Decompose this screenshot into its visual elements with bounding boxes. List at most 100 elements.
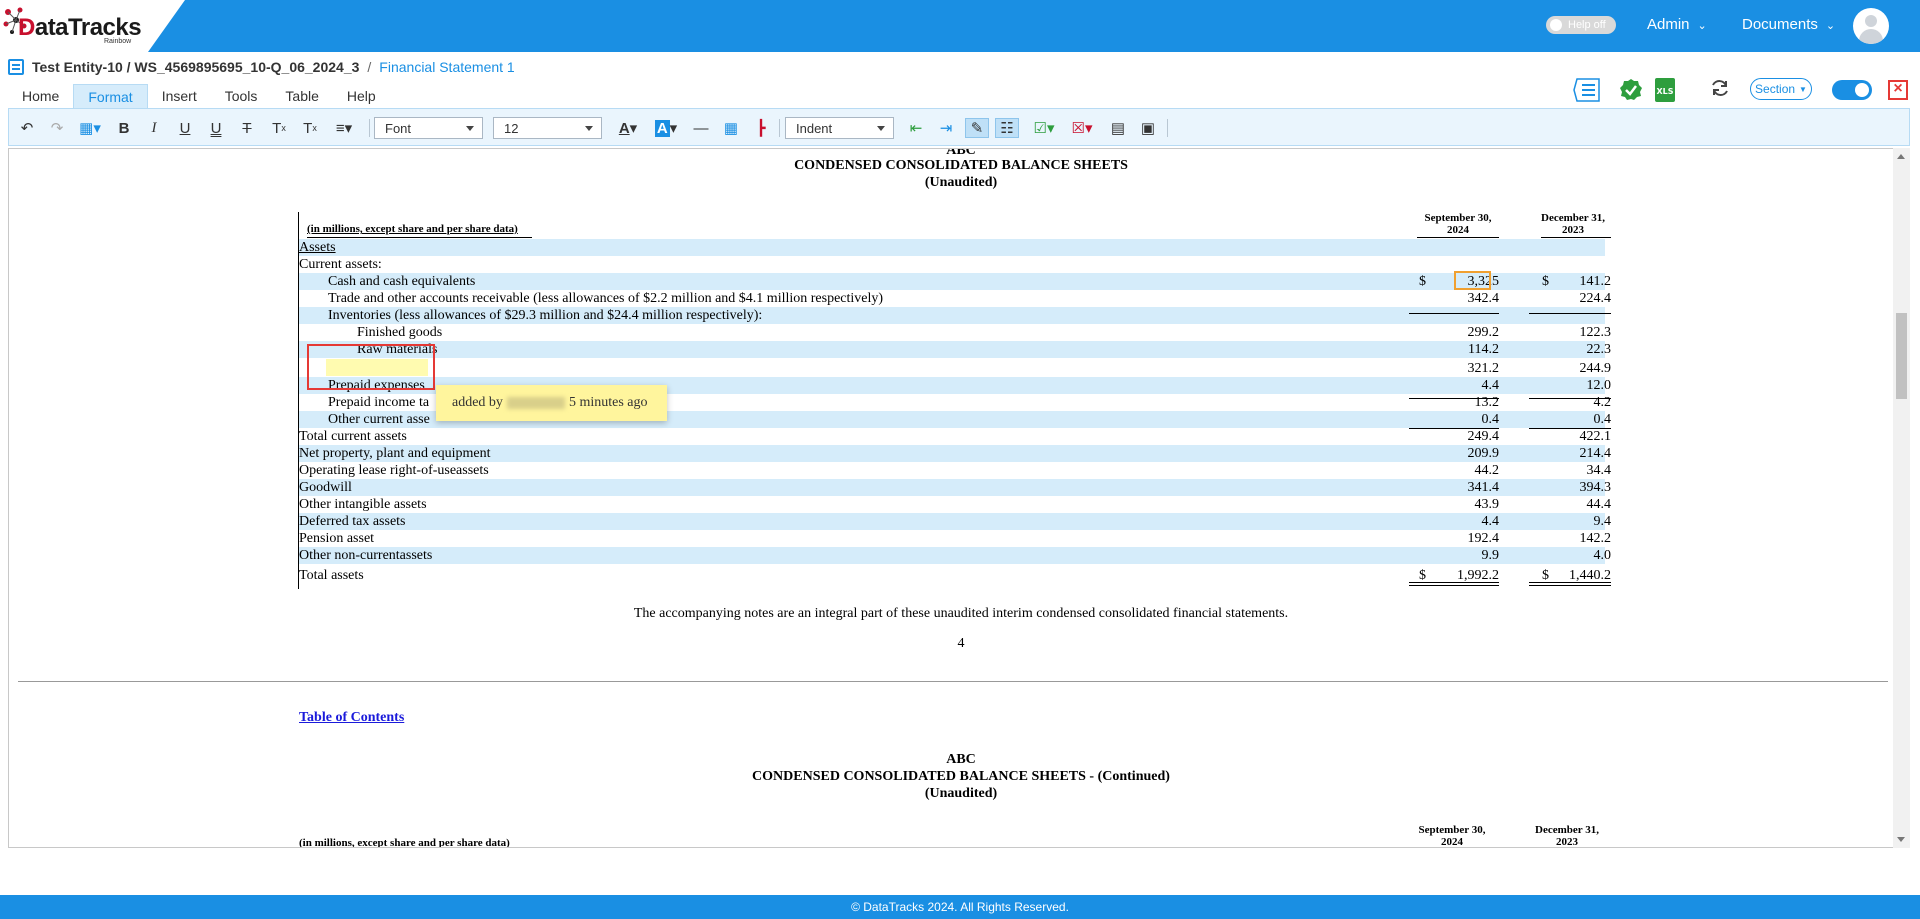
font-select[interactable]: Font: [374, 117, 483, 139]
row-label[interactable]: Total assets: [299, 568, 364, 584]
admin-menu[interactable]: Admin ⌄: [1647, 16, 1707, 33]
user-avatar[interactable]: [1853, 8, 1889, 44]
table-row[interactable]: Total Inventories321.2244.9: [299, 360, 1611, 377]
indent-select[interactable]: Indent: [785, 117, 894, 139]
table-row[interactable]: Raw materials 114.2 22.3: [299, 341, 1611, 358]
row-label[interactable]: Total current assets: [299, 429, 407, 445]
row-label[interactable]: Other intangible assets: [299, 497, 427, 513]
table-borders-icon[interactable]: ▦: [721, 118, 741, 138]
cell-sep-2024[interactable]: 299.2: [1429, 325, 1500, 341]
column-split-icon[interactable]: ┣: [751, 118, 771, 138]
cell-dec-2023[interactable]: 394.3: [1539, 480, 1612, 496]
row-label[interactable]: Operating lease right-of-useassets: [299, 463, 489, 479]
tab-tools[interactable]: Tools: [211, 84, 272, 108]
table-of-contents-link[interactable]: Table of Contents: [299, 710, 404, 726]
font-color-icon[interactable]: A ▾: [615, 118, 641, 138]
cell-sep-2024[interactable]: 249.4: [1429, 429, 1500, 445]
row-label[interactable]: Finished goods: [357, 325, 442, 341]
cell-dec-2023[interactable]: 422.1: [1539, 429, 1612, 445]
breadcrumb-entity[interactable]: Test Entity-10 / WS_4569895695_10-Q_06_2…: [32, 59, 359, 75]
table-row[interactable]: Goodwill 341.4 394.3: [299, 479, 1611, 496]
indent-right-icon[interactable]: ⇥: [935, 118, 957, 138]
cell-sep-2024[interactable]: 44.2: [1429, 463, 1500, 479]
cell-dec-2023[interactable]: 0.4: [1539, 412, 1612, 428]
excel-export-icon[interactable]: XLS: [1654, 77, 1676, 103]
table-row[interactable]: Other non-currentassets 9.9 4.0: [299, 547, 1611, 564]
cell-dec-2023[interactable]: 44.4: [1539, 497, 1612, 513]
row-label[interactable]: Pension asset: [299, 531, 374, 547]
row-label[interactable]: Assets: [299, 240, 336, 256]
tab-home[interactable]: Home: [8, 84, 73, 108]
row-label[interactable]: Prepaid income ta: [328, 395, 429, 411]
show-comments-icon[interactable]: ☷: [995, 118, 1019, 138]
table-row[interactable]: Current assets:: [299, 256, 1605, 273]
cell-dec-2023[interactable]: 22.3: [1539, 342, 1612, 358]
double-underline-icon[interactable]: U: [207, 118, 225, 138]
reject-change-icon[interactable]: ☒▾: [1069, 118, 1095, 138]
cell-dec-2023[interactable]: 214.4: [1539, 446, 1612, 462]
font-size-select[interactable]: 12: [493, 117, 602, 139]
row-label[interactable]: Other non-currentassets: [299, 548, 432, 564]
track-changes-icon[interactable]: ✎: [965, 118, 989, 138]
cell-dec-2023[interactable]: 12.0: [1539, 378, 1612, 394]
document-scrollbar[interactable]: [1893, 148, 1910, 848]
validate-check-icon[interactable]: [1619, 78, 1643, 102]
table-row[interactable]: Total current assets 249.4 422.1: [299, 428, 1611, 445]
table-row[interactable]: Finished goods 299.2 122.3: [299, 324, 1611, 341]
superscript-icon[interactable]: Tx: [300, 118, 320, 138]
table-row[interactable]: Pension asset 192.4 142.2: [299, 530, 1611, 547]
cell-sep-2024[interactable]: 321.2: [1429, 361, 1500, 377]
cell-sep-2024[interactable]: 192.4: [1429, 531, 1500, 547]
close-icon[interactable]: ×: [1888, 80, 1908, 100]
row-label[interactable]: Inventories (less allowances of $29.3 mi…: [328, 308, 762, 324]
next-change-icon[interactable]: ▣: [1137, 118, 1159, 138]
cell-dec-2023[interactable]: 142.2: [1539, 531, 1612, 547]
breadcrumb-current[interactable]: Financial Statement 1: [379, 59, 514, 75]
italic-icon[interactable]: I: [145, 118, 163, 138]
cell-sep-2024[interactable]: 342.4: [1429, 291, 1500, 307]
tab-format[interactable]: Format: [73, 84, 148, 108]
scroll-up-icon[interactable]: [1897, 154, 1905, 159]
table-row[interactable]: Trade and other accounts receivable (les…: [299, 290, 1611, 307]
cell-dec-2023[interactable]: 9.4: [1539, 514, 1612, 530]
view-toggle[interactable]: [1832, 80, 1872, 100]
documents-menu[interactable]: Documents ⌄: [1742, 16, 1835, 33]
row-label[interactable]: Trade and other accounts receivable (les…: [328, 291, 883, 307]
align-icon[interactable]: ≡▾: [331, 118, 357, 138]
row-label[interactable]: Other current asse: [328, 412, 430, 428]
cell-dec-2023[interactable]: 224.4: [1539, 291, 1612, 307]
subscript-icon[interactable]: Tx: [269, 118, 289, 138]
indent-left-icon[interactable]: ⇤: [905, 118, 927, 138]
outline-panel-icon[interactable]: [1573, 77, 1601, 103]
cell-sep-2024[interactable]: 4.4: [1429, 378, 1500, 394]
horizontal-rule-icon[interactable]: —: [691, 118, 711, 138]
table-row[interactable]: Operating lease right-of-useassets 44.2 34…: [299, 462, 1611, 479]
cell-dec-2023[interactable]: 122.3: [1539, 325, 1612, 341]
cell-sep-2024[interactable]: 0.4: [1429, 412, 1500, 428]
row-label[interactable]: Current assets:: [299, 257, 382, 273]
table-row[interactable]: Other intangible assets 43.9 44.4: [299, 496, 1611, 513]
cell-dec-2023[interactable]: 244.9: [1539, 361, 1612, 377]
bold-icon[interactable]: B: [115, 118, 133, 138]
row-label[interactable]: Deferred tax assets: [299, 514, 406, 530]
cell-dec-2023[interactable]: 4.0: [1539, 548, 1612, 564]
table-row[interactable]: Inventories (less allowances of $29.3 mi…: [299, 307, 1605, 324]
help-toggle[interactable]: Help off: [1546, 16, 1616, 34]
focused-cell[interactable]: [1454, 271, 1491, 290]
strikethrough-icon[interactable]: T: [238, 118, 256, 138]
cell-sep-2024[interactable]: 114.2: [1429, 342, 1499, 358]
tab-table[interactable]: Table: [271, 84, 332, 108]
cell-sep-2024[interactable]: 209.9: [1429, 446, 1500, 462]
accept-change-icon[interactable]: ☑▾: [1031, 118, 1057, 138]
document-editor[interactable]: ABC CONDENSED CONSOLIDATED BALANCE SHEET…: [8, 148, 1910, 848]
cell-sep-2024[interactable]: 9.9: [1429, 548, 1500, 564]
underline-icon[interactable]: U: [176, 118, 194, 138]
cell-sep-2024[interactable]: 43.9: [1429, 497, 1500, 513]
tab-help[interactable]: Help: [333, 84, 390, 108]
table-row[interactable]: Assets: [299, 239, 1605, 256]
highlight-color-icon[interactable]: A ▾: [653, 118, 679, 138]
table-row[interactable]: Net property, plant and equipment 209.9 21…: [299, 445, 1611, 462]
scroll-thumb[interactable]: [1896, 313, 1907, 399]
previous-change-icon[interactable]: ▤: [1107, 118, 1129, 138]
table-row[interactable]: Cash and cash equivalents $ $3,325 141.2: [299, 273, 1611, 290]
